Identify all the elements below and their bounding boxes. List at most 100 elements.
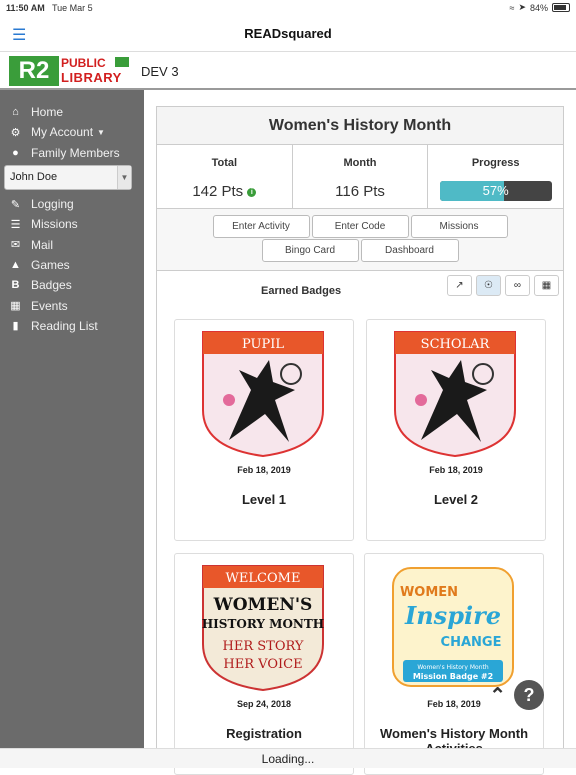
sidebar-item-events[interactable]: ▦ Events (0, 295, 144, 315)
link-icon[interactable]: ∞ (505, 275, 530, 296)
status-date: Tue Mar 5 (52, 3, 93, 13)
badge-shield: PUPIL (202, 331, 324, 458)
svg-text:HER STORY: HER STORY (223, 639, 304, 654)
badge-banner-text: SCHOLAR (421, 337, 491, 352)
sidebar-item-home[interactable]: ⌂ Home (0, 102, 144, 122)
stat-total-value-wrap: 142 Pts i (157, 183, 292, 200)
sidebar-item-my-account[interactable]: ⚙ My Account ▼ (0, 122, 144, 142)
badge-banner-text: PUPIL (242, 337, 284, 352)
badge-card[interactable]: SCHOLAR Feb 18, 2019 Level 2 (366, 319, 546, 541)
sidebar-item-label: Games (31, 257, 70, 272)
sidebar-item-label: Logging (31, 197, 74, 212)
badge-card[interactable]: PUPIL Feb 18, 2019 Level 1 (174, 319, 354, 541)
battery-icon (552, 3, 570, 12)
logo-mark: R2 (9, 56, 59, 86)
svg-text:WOMEN: WOMEN (400, 585, 458, 600)
stat-month-value: 116 Pts (335, 183, 385, 200)
map-icon[interactable]: ▦ (534, 275, 559, 296)
sidebar-item-games[interactable]: ▲ Games (0, 255, 144, 275)
badge-image: WOMEN Inspire CHANGE Women's History Mon… (389, 564, 517, 692)
svg-text:Women's History Month: Women's History Month (417, 664, 489, 671)
badges-heading: Earned Badges (261, 285, 342, 297)
trophy-icon[interactable]: ☉ (476, 275, 501, 296)
sidebar-item-logging[interactable]: ✎ Logging (0, 194, 144, 214)
badge-view-toggle: ↗ ☉ ∞ ▦ (447, 275, 559, 296)
pencil-icon: ✎ (10, 198, 21, 211)
home-icon: ⌂ (12, 106, 19, 119)
profile-select[interactable]: John Doe ▼ (4, 164, 132, 190)
main-content: Women's History Month Total 142 Pts i Mo… (144, 90, 576, 775)
badge-name: Level 2 (433, 492, 479, 507)
user-icon: ● (12, 146, 19, 159)
loading-text: Loading... (261, 752, 315, 766)
badges-header: Earned Badges ↗ ☉ ∞ ▦ (157, 271, 563, 311)
progress-bar-text: 57% (482, 183, 509, 198)
badge-card[interactable]: WELCOME WOMEN'S HISTORY MONTH HER STORY … (174, 553, 354, 775)
calendar-icon: ▦ (10, 300, 21, 313)
sidebar-item-mail[interactable]: ✉ Mail (0, 234, 144, 254)
status-bar: 11:50 AM Tue Mar 5 ≈ ➤ 84% (0, 0, 576, 16)
wifi-icon: ≈ (509, 2, 515, 13)
mail-icon: ✉ (10, 239, 21, 252)
sidebar-item-label: Badges (31, 278, 72, 293)
chart-icon[interactable]: ↗ (447, 275, 472, 296)
badge-card[interactable]: WOMEN Inspire CHANGE Women's History Mon… (364, 553, 544, 775)
badge-icon: B (11, 279, 20, 292)
sidebar-item-reading-list[interactable]: ▮ Reading List (0, 316, 144, 336)
progress-bar: 57% (439, 181, 552, 201)
sidebar: ⌂ Home ⚙ My Account ▼ ● Family Members John … (0, 90, 144, 748)
sidebar-item-badges[interactable]: B Badges (0, 275, 144, 295)
enter-code-button[interactable]: Enter Code (311, 215, 409, 238)
sidebar-item-label: My Account (31, 125, 94, 140)
chevron-down-icon: ▼ (117, 165, 131, 189)
sidebar-item-label: Reading List (31, 318, 98, 333)
program-panel: Women's History Month Total 142 Pts i Mo… (156, 106, 564, 775)
badge-image: PUPIL (199, 330, 327, 458)
stat-progress: Progress 57% (428, 145, 563, 208)
brand-bar: R2 PUBLIC LIBRARY DEV 3 (0, 52, 576, 90)
stats-row: Total 142 Pts i Month 116 Pts Progress 5… (157, 145, 563, 209)
dashboard-button[interactable]: Dashboard (360, 239, 459, 262)
stat-total-label: Total (211, 157, 238, 169)
sidebar-item-label: Home (31, 105, 64, 120)
stat-month: Month 116 Pts (293, 145, 429, 208)
enter-activity-button[interactable]: Enter Activity (212, 215, 310, 238)
svg-text:Inspire: Inspire (404, 601, 501, 630)
sidebar-item-missions[interactable]: ☰ Missions (0, 214, 144, 234)
badge-shield: WELCOME WOMEN'S HISTORY MONTH HER STORY … (202, 565, 324, 692)
caret-down-icon: ▼ (97, 127, 105, 137)
status-time: 11:50 AM (6, 3, 45, 13)
sidebar-item-family-members[interactable]: ● Family Members (0, 143, 144, 163)
stat-progress-label: Progress (471, 157, 520, 169)
badge-image: SCHOLAR (391, 330, 519, 458)
badge-banner-text: WELCOME (226, 571, 301, 586)
info-icon[interactable]: i (247, 187, 257, 197)
environment-label: DEV 3 (141, 64, 179, 79)
help-button[interactable]: ? (514, 680, 544, 710)
library-logo[interactable]: R2 PUBLIC LIBRARY (9, 56, 129, 86)
floating-actions: ⌃ ? (489, 680, 544, 710)
book-icon: ▮ (12, 320, 19, 333)
logo-house-icon (115, 57, 129, 67)
gear-icon: ⚙ (10, 126, 21, 139)
action-buttons: Enter Activity Enter Code Missions Bingo C… (157, 209, 563, 271)
svg-text:HISTORY MONTH: HISTORY MONTH (202, 617, 324, 631)
scroll-top-icon[interactable]: ⌃ (489, 683, 506, 708)
svg-text:WOMEN'S: WOMEN'S (213, 595, 313, 615)
stat-total: Total 142 Pts i (157, 145, 293, 208)
sidebar-item-label: Family Members (31, 145, 120, 160)
badge-badge: WOMEN Inspire CHANGE Women's History Mon… (392, 567, 514, 687)
badge-image: WELCOME WOMEN'S HISTORY MONTH HER STORY … (199, 564, 327, 692)
graduation-icon: ▲ (10, 258, 21, 271)
sidebar-item-label: Mail (31, 237, 54, 252)
svg-text:CHANGE: CHANGE (441, 635, 502, 650)
badge-name: Level 1 (241, 492, 287, 507)
list-icon: ☰ (10, 218, 21, 231)
svg-text:HER VOICE: HER VOICE (223, 657, 302, 672)
profile-select-value: John Doe (10, 171, 58, 184)
svg-text:Mission Badge #2: Mission Badge #2 (413, 672, 493, 681)
battery-percent: 84% (529, 2, 548, 13)
missions-button[interactable]: Missions (410, 215, 508, 238)
bingo-card-button[interactable]: Bingo Card (261, 239, 359, 262)
stat-month-label: Month (343, 157, 377, 169)
